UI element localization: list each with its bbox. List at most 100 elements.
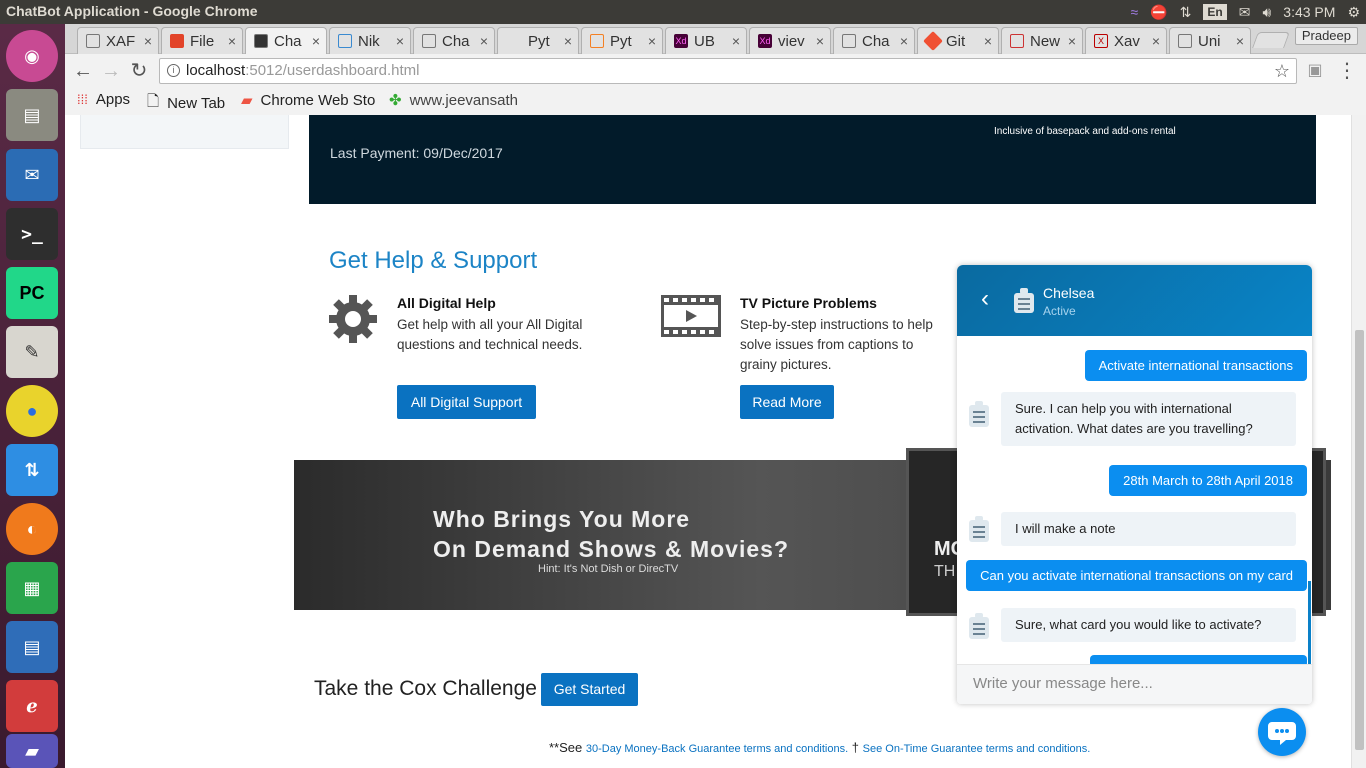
bot-message: Sure. I can help you with international … [1001,392,1296,446]
bot-avatar-icon [1014,288,1034,313]
tab-label: File [190,32,215,50]
address-bar[interactable]: i localhost:5012/userdashboard.html ☆ [159,58,1297,84]
bot-avatar-icon [969,613,989,639]
pdf-viewer-icon[interactable]: ℯ [6,680,58,732]
robot-favicon-icon [338,34,352,48]
chat-launcher-button[interactable] [1258,708,1306,756]
firefox-icon[interactable]: ◐ [6,503,58,555]
browser-tab[interactable]: Nik × [329,27,411,54]
close-tab-icon[interactable]: × [312,33,320,49]
clock[interactable]: 3:43 PM [1283,4,1335,20]
on-time-link[interactable]: See On-Time Guarantee terms and conditio… [863,743,1091,755]
browser-tab[interactable]: Git × [917,27,999,54]
bookmark-new-tab[interactable]: 🗋 New Tab [147,91,225,116]
terminal-icon[interactable]: >_ [6,208,58,260]
browser-tab[interactable]: Pyt × [581,27,663,54]
help-column-tv: TV Picture Problems Step-by-step instruc… [740,295,940,375]
new-tab-button[interactable] [1252,32,1290,48]
no-entry-icon[interactable]: ⛔ [1150,4,1167,21]
document-icon [1178,34,1192,48]
close-tab-icon[interactable]: × [228,33,236,49]
back-arrow-icon[interactable]: ← [71,59,95,83]
info-icon[interactable]: i [167,64,180,77]
footnote-dagger: † [848,740,863,755]
browser-tab-active[interactable]: Cha × [245,27,327,54]
tab-label: Nik [358,32,380,50]
chevron-left-icon[interactable]: ‹ [981,287,989,311]
close-tab-icon[interactable]: × [984,33,992,49]
adobe-xd-icon: Xd [674,34,688,48]
network-swirl-icon[interactable]: ≈ [1131,4,1139,20]
workspace-switcher-icon[interactable]: ▰ [6,734,58,768]
chrome-icon[interactable]: ● [6,385,58,437]
close-tab-icon[interactable]: × [900,33,908,49]
bookmark-star-icon[interactable]: ☆ [1274,59,1290,83]
tv-text-2: TH [934,563,956,580]
browser-tab[interactable]: Xd viev × [749,27,831,54]
update-arrow-icon[interactable]: ⇅ [6,444,58,496]
browser-tab[interactable]: XAF × [77,27,159,54]
tab-label: UB [694,32,715,50]
browser-tab[interactable]: Xd UB × [665,27,747,54]
close-tab-icon[interactable]: × [480,33,488,49]
reload-icon[interactable]: ↻ [127,59,151,83]
forward-arrow-icon[interactable]: → [99,59,123,83]
close-tab-icon[interactable]: × [816,33,824,49]
tab-label: Cha [442,32,470,50]
browser-tab[interactable]: File × [161,27,243,54]
read-more-button[interactable]: Read More [740,385,834,419]
transfer-arrows-icon[interactable]: ⇅ [1180,4,1192,21]
all-digital-support-button[interactable]: All Digital Support [397,385,536,419]
settings-gear-icon[interactable]: ⚙ [1347,4,1360,21]
money-back-link[interactable]: 30-Day Money-Back Guarantee terms and co… [586,743,848,755]
bookmark-jeevansathi[interactable]: ✤ www.jeevansath [389,91,518,110]
browser-tab[interactable]: Pyt × [497,27,579,54]
browser-tab[interactable]: Cha × [833,27,915,54]
scrollbar-thumb[interactable] [1355,330,1364,750]
ubuntu-dash-icon[interactable]: ◉ [6,30,58,82]
browser-tab[interactable]: X Xav × [1085,27,1167,54]
text-editor-icon[interactable]: ✎ [6,326,58,378]
window-title: ChatBot Application - Google Chrome [6,3,258,19]
get-started-button[interactable]: Get Started [541,673,638,706]
chat-messages[interactable]: Activate international transactions Sure… [957,336,1312,664]
bookmark-web-store[interactable]: ▰ Chrome Web Sto [241,91,375,110]
volume-icon[interactable]: 🔊︎ [1262,4,1271,21]
chat-message-input[interactable]: Write your message here... [957,664,1312,704]
close-tab-icon[interactable]: × [564,33,572,49]
pycharm-icon[interactable]: PC [6,267,58,319]
bookmark-label: www.jeevansath [409,91,518,109]
browser-tab[interactable]: Cha × [413,27,495,54]
close-tab-icon[interactable]: × [1152,33,1160,49]
bookmark-apps[interactable]: ⁞⁞⁞ Apps [77,91,130,108]
close-tab-icon[interactable]: × [648,33,656,49]
browser-tab[interactable]: Uni × [1169,27,1251,54]
terminal-favicon-icon [254,34,268,48]
writer-document-icon[interactable]: ▤ [6,621,58,673]
profile-button[interactable]: Pradeep [1294,27,1358,45]
apps-grid-icon: ⁞⁞⁞ [77,92,88,107]
git-icon [923,31,943,51]
close-tab-icon[interactable]: × [144,33,152,49]
chrome-menu-icon[interactable]: ⋮ [1335,59,1359,83]
close-tab-icon[interactable]: × [1236,33,1244,49]
extension-icon[interactable]: ▣ [1303,59,1327,83]
inclusive-note: Inclusive of basepack and add-ons rental [994,126,1176,137]
colorful-site-icon: ✤ [389,92,402,109]
thunderbird-icon[interactable]: ✉ [6,149,58,201]
mail-icon[interactable]: ✉ [1239,4,1251,21]
tab-strip: XAF × File × Cha × Nik × Cha × Pyt × Pyt × Xd UB… [65,24,1366,54]
file-cabinet-icon[interactable]: ▤ [6,89,58,141]
close-tab-icon[interactable]: × [396,33,404,49]
user-message: 28th March to 28th April 2018 [1109,465,1307,496]
browser-tab[interactable]: New × [1001,27,1083,54]
help-heading-tv: TV Picture Problems [740,295,877,311]
calc-spreadsheet-icon[interactable]: ▦ [6,562,58,614]
close-tab-icon[interactable]: × [1068,33,1076,49]
banner-hint: Hint: It's Not Dish or DirecTV [538,563,679,575]
page-scrollbar[interactable] [1351,115,1366,768]
close-tab-icon[interactable]: × [732,33,740,49]
chat-scrollbar[interactable] [1308,581,1311,664]
user-message-partial [1090,655,1307,664]
keyboard-language-indicator[interactable]: En [1203,4,1227,20]
